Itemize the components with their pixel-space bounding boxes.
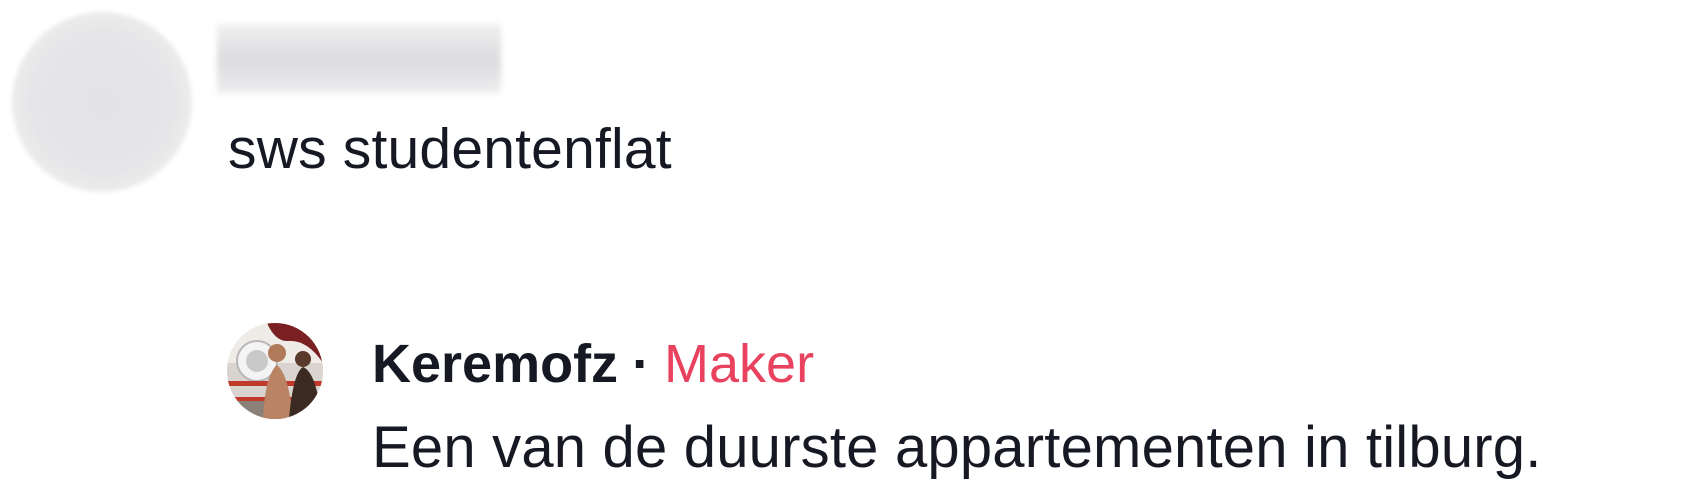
- reply-username[interactable]: Keremofz: [372, 334, 618, 394]
- user-photo-icon: [227, 323, 323, 419]
- reply-text: Een van de duurste appartementen in tilb…: [372, 415, 1542, 480]
- commenter-username-redacted[interactable]: [217, 24, 501, 94]
- comment-text: sws studentenflat: [228, 117, 672, 181]
- reply-avatar[interactable]: [227, 323, 323, 419]
- commenter-avatar[interactable]: [12, 12, 192, 192]
- comment-thread: sws studentenflat Keremofz · Maker Een van…: [0, 0, 1688, 500]
- reply-header: Keremofz · Maker: [372, 332, 814, 396]
- separator-dot: ·: [632, 334, 651, 394]
- creator-badge: Maker: [664, 334, 815, 394]
